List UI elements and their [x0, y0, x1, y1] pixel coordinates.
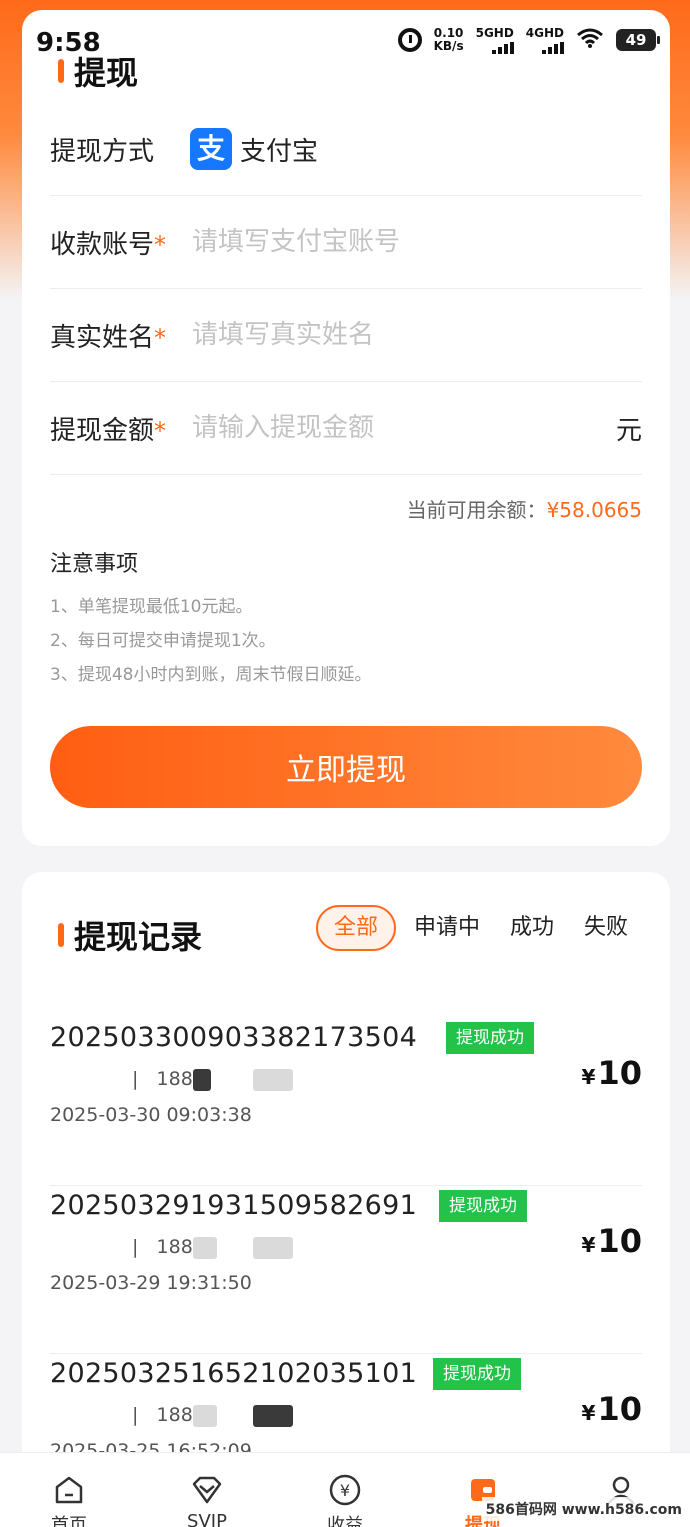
amount-row: 提现金额* 元 [50, 382, 642, 475]
alipay-option[interactable]: 支 支付宝 [190, 128, 318, 170]
name-label: 真实姓名* [50, 322, 167, 353]
tab-pending[interactable]: 申请中 [402, 905, 492, 951]
tab-all[interactable]: 全部 [315, 905, 396, 951]
alarm-icon [397, 28, 422, 52]
nav-home[interactable]: 首页 [9, 1473, 129, 1527]
record-amount: ¥10 [581, 1390, 642, 1428]
note-item: 2、每日可提交申请提现1次。 [50, 631, 276, 651]
record-id: 2025032919315095826​91 [50, 1190, 418, 1221]
net-speed: 0.10 KB/s [433, 26, 464, 53]
alipay-icon: 支 [190, 128, 232, 170]
notes-title: 注意事项 [50, 552, 139, 577]
records-title: 提现记录 [58, 912, 202, 958]
record-account: | 188 [132, 1236, 294, 1259]
home-icon [52, 1473, 86, 1507]
withdraw-now-button[interactable]: 立即提现 [50, 726, 642, 808]
withdraw-form-card: 提现 提现方式 支 支付宝 收款账号* 真实姓名* 提现金额* 元 当前可用余额… [22, 10, 670, 846]
signal-4g-icon: 4GHD [526, 26, 564, 54]
name-row: 真实姓名* [50, 289, 642, 382]
battery-icon: 49 [616, 29, 660, 51]
note-item: 3、提现48小时内到账，周末节假日顺延。 [50, 665, 372, 685]
account-input[interactable] [192, 227, 642, 257]
status-badge: 提现成功 [433, 1358, 521, 1390]
amount-unit: 元 [615, 415, 642, 446]
status-badge: 提现成功 [439, 1190, 527, 1222]
status-bar: 9:58 0.10 KB/s 5GHD 4GHD 49 [0, 0, 690, 64]
record-account: | 188 [132, 1404, 294, 1427]
record-id: 2025032516521020351​01 [50, 1358, 418, 1389]
amount-label: 提现金额* [50, 415, 167, 446]
yuan-icon: ¥ [328, 1473, 362, 1507]
status-time: 9:58 [36, 28, 101, 58]
record-time: 2025-03-30 09:03:38 [50, 1104, 252, 1126]
amount-input[interactable] [192, 413, 608, 443]
nav-earnings[interactable]: ¥ 收益 [285, 1473, 405, 1527]
account-row: 收款账号* [50, 196, 642, 289]
record-item[interactable]: 2025032919315095826​91 提现成功 | 188 2025-0… [50, 1190, 642, 1354]
record-item[interactable]: 20250330090338217350​4 提现成功 | 188 2025-0… [50, 1022, 642, 1186]
signal-5g-icon: 5GHD [476, 26, 514, 54]
nav-svip[interactable]: SVIP [147, 1473, 267, 1527]
diamond-icon [190, 1473, 224, 1507]
status-icons: 0.10 KB/s 5GHD 4GHD 49 [397, 26, 660, 54]
tab-success[interactable]: 成功 [498, 905, 566, 951]
wifi-icon [576, 27, 604, 54]
real-name-input[interactable] [192, 320, 642, 350]
records-filter-tabs: 全部 申请中 成功 失败 [315, 905, 640, 951]
tab-failed[interactable]: 失败 [572, 905, 640, 951]
status-badge: 提现成功 [446, 1022, 534, 1054]
record-id: 20250330090338217350​4 [50, 1022, 418, 1053]
available-balance: 当前可用余额：¥58.0665 [406, 498, 642, 522]
method-label: 提现方式 [50, 136, 155, 167]
watermark: 586首码网 www.h586.com [481, 1497, 686, 1521]
record-amount: ¥10 [581, 1054, 642, 1092]
record-account: | 188 [132, 1068, 294, 1091]
alipay-name: 支付宝 [240, 136, 319, 167]
record-amount: ¥10 [581, 1222, 642, 1260]
account-label: 收款账号* [50, 229, 167, 260]
withdraw-records-card: 提现记录 全部 申请中 成功 失败 20250330090338217350​4… [22, 872, 670, 1492]
method-row[interactable]: 提现方式 支 支付宝 [50, 103, 642, 196]
svg-text:¥: ¥ [340, 1481, 350, 1500]
note-item: 1、单笔提现最低10元起。 [50, 597, 253, 617]
record-time: 2025-03-29 19:31:50 [50, 1272, 252, 1294]
